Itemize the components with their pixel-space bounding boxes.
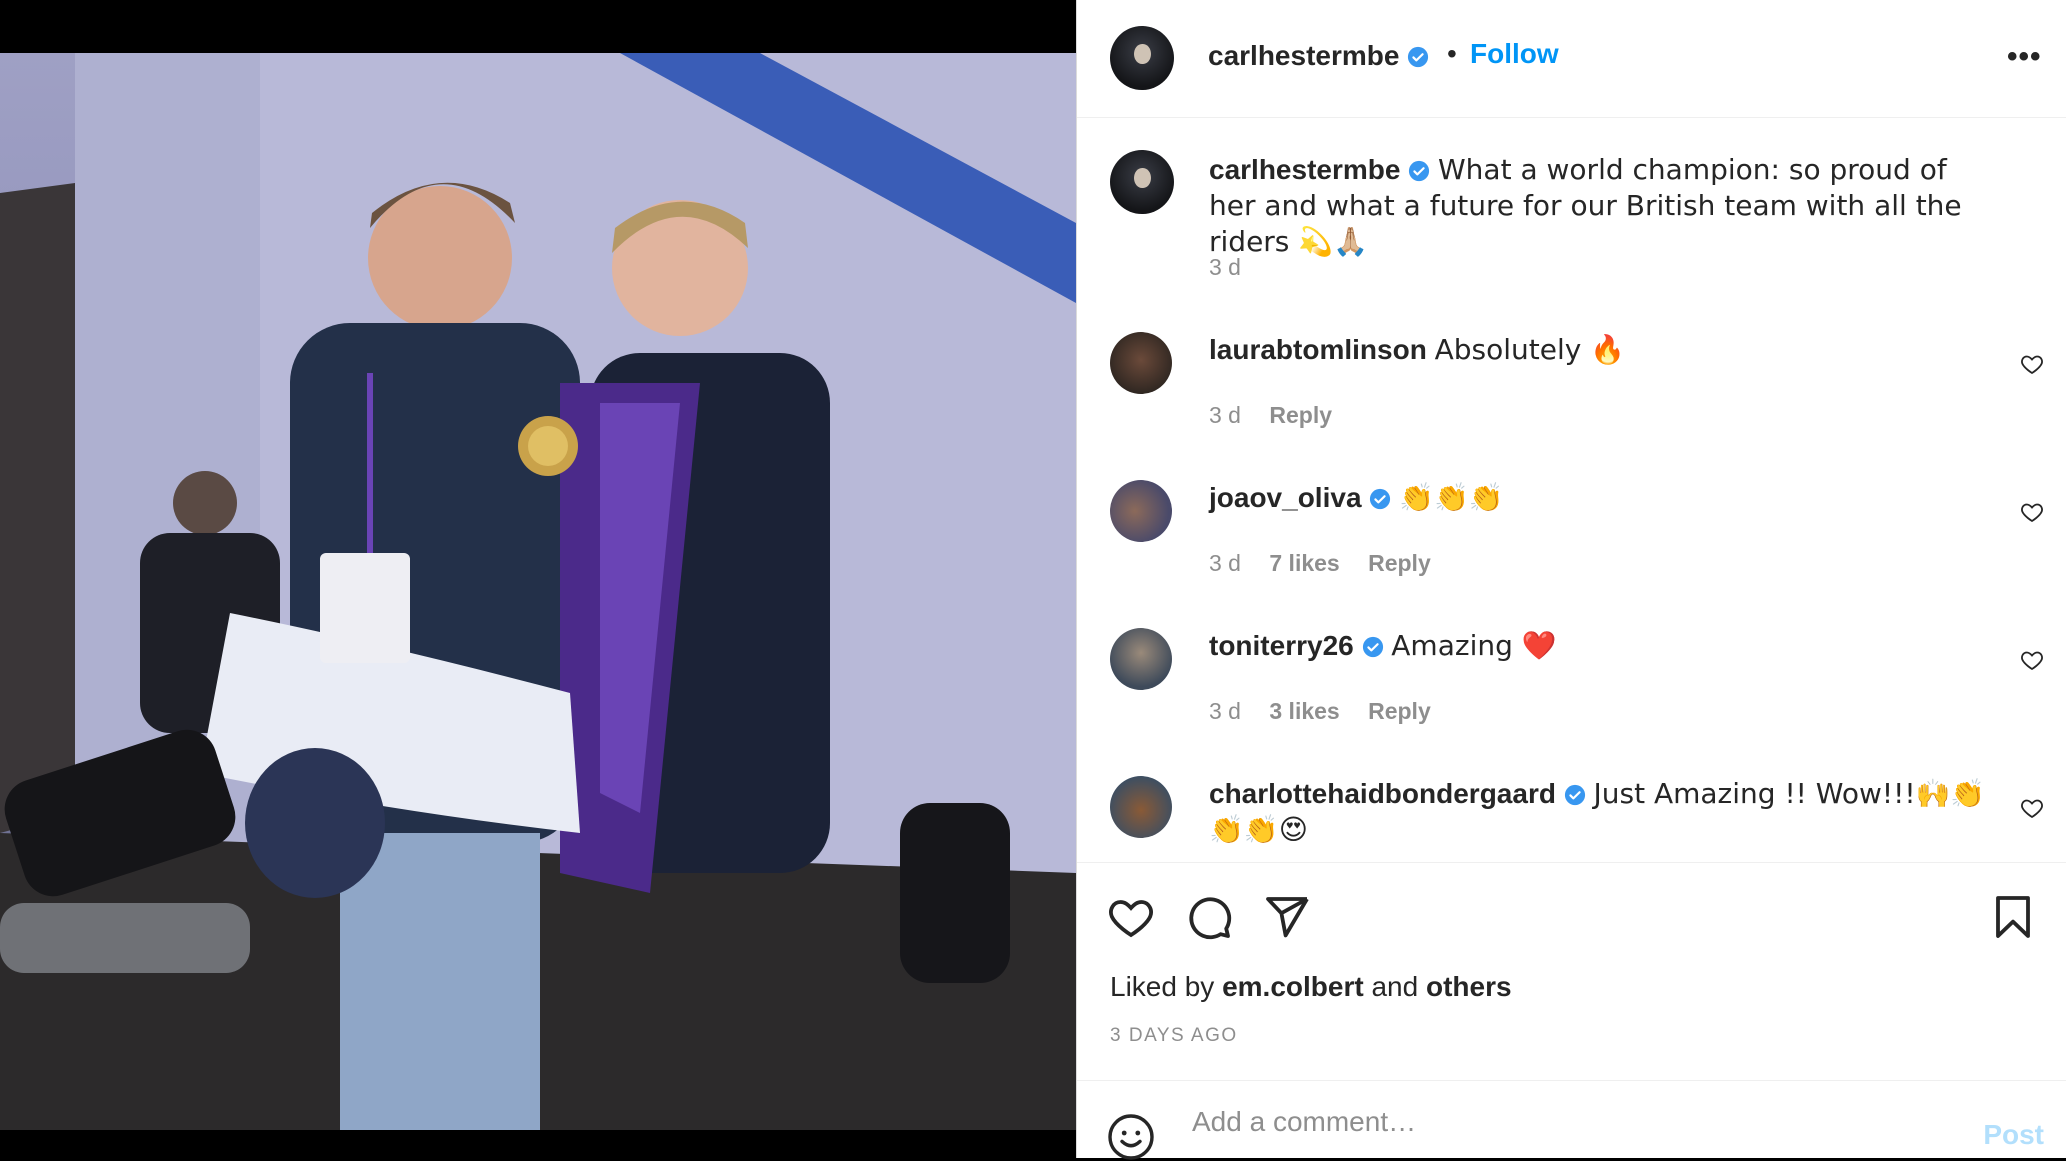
caption-text-block: carlhestermbe What a world champion: so …: [1209, 152, 1999, 260]
commenter-username[interactable]: charlottehaidbondergaard: [1209, 778, 1556, 809]
comment-text-block: laurabtomlinson Absolutely 🔥: [1209, 332, 1999, 368]
post-photo[interactable]: [0, 53, 1076, 1130]
comment-likes[interactable]: 3 likes: [1269, 698, 1339, 724]
header-separator: •: [1447, 38, 1457, 69]
reply-button[interactable]: Reply: [1269, 402, 1332, 428]
comment-icon[interactable]: [1185, 893, 1233, 941]
post-caption: carlhestermbe What a world champion: so …: [1077, 150, 2066, 300]
commenter-username[interactable]: laurabtomlinson: [1209, 334, 1427, 365]
comment-item: toniterry26 Amazing ❤️ 3 d 3 likes Reply: [1077, 626, 2066, 756]
comment-like-heart-icon[interactable]: [2020, 352, 2044, 376]
post-header: carlhestermbe • Follow •••: [1077, 0, 2066, 118]
liked-prefix: Liked by: [1110, 971, 1215, 1002]
caption-time[interactable]: 3 d: [1209, 254, 1241, 280]
commenter-username[interactable]: toniterry26: [1209, 630, 1354, 661]
comment-like-heart-icon[interactable]: [2020, 648, 2044, 672]
liked-others-link[interactable]: others: [1426, 971, 1512, 1002]
reply-button[interactable]: Reply: [1368, 550, 1431, 576]
verified-badge-icon: [1409, 160, 1430, 182]
verified-badge-icon: [1408, 46, 1429, 68]
post-media: [0, 0, 1076, 1158]
comment-time[interactable]: 3 d: [1209, 402, 1241, 428]
liked-user-link[interactable]: em.colbert: [1222, 971, 1364, 1002]
post-timestamp[interactable]: 3 DAYS AGO: [1110, 1025, 1238, 1047]
comment-time[interactable]: 3 d: [1209, 550, 1241, 576]
photo-illustration: [0, 53, 1076, 1130]
comment-item: laurabtomlinson Absolutely 🔥 3 d Reply: [1077, 330, 2066, 460]
bookmark-icon[interactable]: [1989, 893, 2037, 941]
caption-meta: 3 d: [1209, 254, 1263, 281]
add-comment-bar: Post: [1077, 1080, 2066, 1161]
author-username-header[interactable]: carlhestermbe: [1208, 40, 1429, 72]
author-avatar[interactable]: [1110, 26, 1174, 90]
verified-badge-icon: [1370, 488, 1391, 510]
comment-text-block: charlottehaidbondergaard Just Amazing !!…: [1209, 776, 1999, 848]
heart-icon[interactable]: [1107, 893, 1155, 941]
comment-like-heart-icon[interactable]: [2020, 796, 2044, 820]
author-username-text[interactable]: carlhestermbe: [1208, 40, 1399, 71]
comment-meta: 3 d 7 likes Reply: [1209, 550, 1453, 577]
liked-and: and: [1371, 971, 1419, 1002]
caption-author-avatar[interactable]: [1110, 150, 1174, 214]
commenter-avatar[interactable]: [1110, 776, 1172, 838]
comment-text: Absolutely 🔥: [1434, 333, 1626, 366]
verified-badge-icon: [1362, 636, 1383, 658]
instagram-post-viewer: carlhestermbe • Follow ••• carlhestermbe…: [0, 0, 2066, 1161]
add-comment-input[interactable]: [1190, 1101, 1894, 1143]
commenter-username[interactable]: joaov_oliva: [1209, 482, 1362, 513]
comment-text: Amazing ❤️: [1391, 629, 1557, 662]
comment-text: 👏👏👏: [1399, 481, 1504, 514]
comment-meta: 3 d Reply: [1209, 402, 1354, 429]
commenter-avatar[interactable]: [1110, 480, 1172, 542]
commenter-avatar[interactable]: [1110, 332, 1172, 394]
more-options-icon[interactable]: •••: [2007, 40, 2042, 74]
commenter-avatar[interactable]: [1110, 628, 1172, 690]
post-side-panel: carlhestermbe • Follow ••• carlhestermbe…: [1076, 0, 2066, 1161]
post-actions: Liked by em.colbert and others 3 DAYS AG…: [1077, 862, 2066, 1057]
verified-badge-icon: [1564, 784, 1585, 806]
liked-by: Liked by em.colbert and others: [1110, 971, 1512, 1003]
comment-text-block: toniterry26 Amazing ❤️: [1209, 628, 1999, 664]
follow-button[interactable]: Follow: [1470, 38, 1559, 70]
share-icon[interactable]: [1263, 893, 1311, 941]
comment-item: charlottehaidbondergaard Just Amazing !!…: [1077, 774, 2066, 860]
comment-text-block: joaov_oliva 👏👏👏: [1209, 480, 1999, 516]
comment-like-heart-icon[interactable]: [2020, 500, 2044, 524]
caption-author-username[interactable]: carlhestermbe: [1209, 154, 1400, 185]
comment-time[interactable]: 3 d: [1209, 698, 1241, 724]
comment-likes[interactable]: 7 likes: [1269, 550, 1339, 576]
reply-button[interactable]: Reply: [1368, 698, 1431, 724]
comment-item: joaov_oliva 👏👏👏 3 d 7 likes Reply: [1077, 478, 2066, 608]
emoji-icon[interactable]: [1107, 1113, 1155, 1161]
post-comment-button[interactable]: Post: [1983, 1119, 2044, 1151]
comment-meta: 3 d 3 likes Reply: [1209, 698, 1453, 725]
